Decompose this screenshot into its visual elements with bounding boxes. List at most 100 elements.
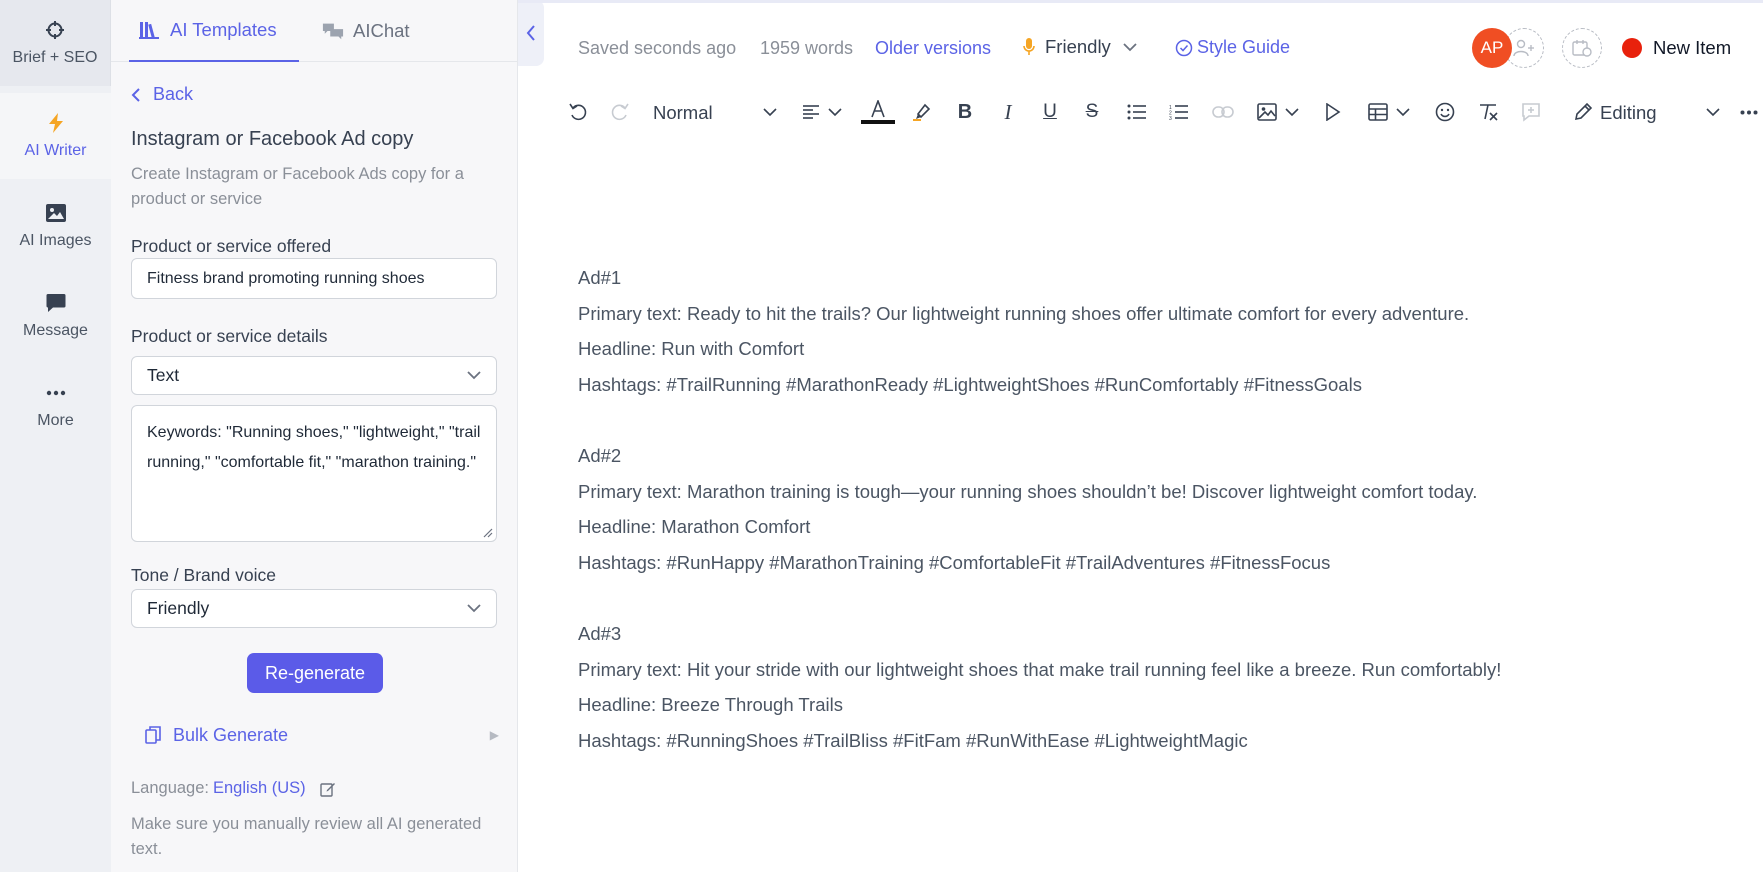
- align-dropdown[interactable]: [798, 98, 846, 126]
- microphone-icon: [1023, 38, 1035, 56]
- rail-item-label: Brief + SEO: [12, 49, 98, 66]
- ad-hashtags: Hashtags: #TrailRunning #MarathonReady #…: [578, 373, 1362, 395]
- text-color-button[interactable]: [860, 98, 896, 126]
- editing-mode-chevron[interactable]: [1702, 98, 1724, 126]
- link-button[interactable]: [1211, 98, 1235, 126]
- tab-ai-templates[interactable]: AI Templates: [129, 0, 299, 62]
- rail-item-label: AI Images: [19, 232, 92, 249]
- chevron-down-icon: [1285, 107, 1299, 116]
- new-item-label: New Item: [1653, 37, 1732, 58]
- user-avatar[interactable]: AP: [1472, 28, 1512, 68]
- bullet-list-button[interactable]: [1126, 98, 1148, 126]
- new-item-button[interactable]: New Item: [1622, 37, 1731, 59]
- add-comment-button[interactable]: [1519, 98, 1543, 126]
- rail-item-brief-seo[interactable]: Brief + SEO: [0, 0, 111, 86]
- underline-button[interactable]: U: [1039, 98, 1061, 126]
- insert-image-icon: [1257, 103, 1277, 121]
- highlight-button[interactable]: [910, 98, 934, 126]
- redo-icon: [611, 103, 629, 121]
- highlighter-icon: [913, 103, 931, 121]
- ad-heading: Ad#3: [578, 623, 622, 644]
- more-dots-icon: [1740, 110, 1758, 114]
- message-icon: [45, 292, 67, 314]
- tone-select-value: Friendly: [147, 598, 210, 618]
- details-label: Product or service details: [131, 326, 328, 346]
- play-arrow-icon: ▶: [489, 728, 499, 742]
- bulk-generate-button[interactable]: Bulk Generate ▶: [145, 724, 499, 746]
- block-style-chevron[interactable]: [760, 98, 780, 126]
- italic-button[interactable]: I: [997, 98, 1019, 126]
- emoji-button[interactable]: [1433, 98, 1457, 126]
- rail-item-label: More: [37, 412, 74, 429]
- product-label: Product or service offered: [131, 236, 332, 256]
- older-versions-link[interactable]: Older versions: [875, 38, 991, 59]
- regenerate-button[interactable]: Re-generate: [247, 653, 383, 693]
- rail-item-ai-images[interactable]: AI Images: [0, 183, 111, 269]
- ad-headline: Headline: Run with Comfort: [578, 338, 805, 359]
- ad-primary-text: Primary text: Ready to hit the trails? O…: [578, 302, 1470, 324]
- editing-mode-icon-wrap[interactable]: [1571, 98, 1595, 126]
- crosshair-icon: [44, 19, 66, 41]
- play-button[interactable]: [1322, 98, 1344, 126]
- image-dropdown[interactable]: [1254, 98, 1302, 126]
- chevron-left-icon: [526, 25, 535, 41]
- more-options-button[interactable]: [1738, 98, 1760, 126]
- copy-icon: [145, 726, 161, 744]
- rail-item-ai-writer[interactable]: AI Writer: [0, 93, 111, 179]
- italic-icon: I: [1004, 99, 1012, 124]
- table-dropdown[interactable]: [1364, 98, 1414, 126]
- tone-value: Friendly: [1045, 36, 1111, 57]
- undo-icon: [569, 103, 587, 121]
- product-input[interactable]: Fitness brand promoting running shoes: [131, 258, 497, 299]
- underline-icon: U: [1043, 101, 1057, 122]
- tab-aichat[interactable]: AIChat: [322, 0, 410, 62]
- left-rail: Brief + SEO AI Writer AI Images Message …: [0, 0, 111, 872]
- templates-panel: AI Templates AIChat Back Instagram or Fa…: [111, 0, 518, 872]
- document-body[interactable]: Ad#1 Primary text: Ready to hit the trai…: [578, 267, 1708, 765]
- strikethrough-button[interactable]: S: [1081, 98, 1103, 126]
- style-guide-link[interactable]: Style Guide: [1175, 37, 1290, 58]
- details-textarea[interactable]: Keywords: "Running shoes," "lightweight,…: [131, 405, 497, 542]
- rail-item-message[interactable]: Message: [0, 273, 111, 359]
- language-value[interactable]: English (US): [213, 779, 306, 798]
- template-title: Instagram or Facebook Ad copy: [131, 128, 414, 150]
- more-dots-icon: [45, 382, 67, 404]
- pencil-icon: [1574, 102, 1593, 121]
- tone-label: Tone / Brand voice: [131, 565, 276, 585]
- ad-primary-text: Primary text: Marathon training is tough…: [578, 480, 1478, 502]
- clear-format-button[interactable]: [1476, 98, 1500, 126]
- rail-item-more[interactable]: More: [0, 363, 111, 449]
- numbered-list-button[interactable]: 123: [1168, 98, 1190, 126]
- template-description: Create Instagram or Facebook Ads copy fo…: [131, 165, 464, 208]
- table-icon: [1368, 103, 1388, 121]
- edit-icon[interactable]: [319, 781, 336, 797]
- chat-bubbles-icon: [322, 20, 344, 42]
- schedule-button[interactable]: [1562, 28, 1602, 68]
- details-type-select[interactable]: Text: [131, 356, 497, 395]
- chevron-down-icon: [828, 107, 842, 116]
- tone-select[interactable]: Friendly: [131, 589, 497, 628]
- strikethrough-icon: S: [1085, 101, 1099, 122]
- play-icon: [1326, 103, 1341, 121]
- collapse-panel-button[interactable]: [518, 0, 544, 66]
- add-comment-icon: [1522, 103, 1540, 122]
- tab-label: AI Templates: [170, 19, 277, 40]
- editing-mode-select[interactable]: Editing: [1600, 102, 1657, 124]
- rail-item-label: Message: [23, 322, 88, 339]
- chevron-down-icon: [1123, 42, 1137, 52]
- word-count: 1959 words: [760, 38, 854, 58]
- bold-button[interactable]: B: [954, 98, 976, 126]
- back-link[interactable]: Back: [131, 84, 193, 105]
- chevron-down-icon: [1706, 107, 1720, 116]
- block-style-select[interactable]: Normal: [653, 102, 713, 124]
- redo-button[interactable]: [608, 98, 632, 126]
- resize-handle-icon[interactable]: [483, 528, 493, 538]
- language-row: Language: English (US): [131, 779, 336, 798]
- language-label: Language:: [131, 779, 209, 797]
- back-label: Back: [153, 84, 194, 104]
- tone-dropdown[interactable]: Friendly: [1023, 36, 1137, 58]
- undo-button[interactable]: [566, 98, 590, 126]
- details-type-value: Text: [147, 365, 180, 385]
